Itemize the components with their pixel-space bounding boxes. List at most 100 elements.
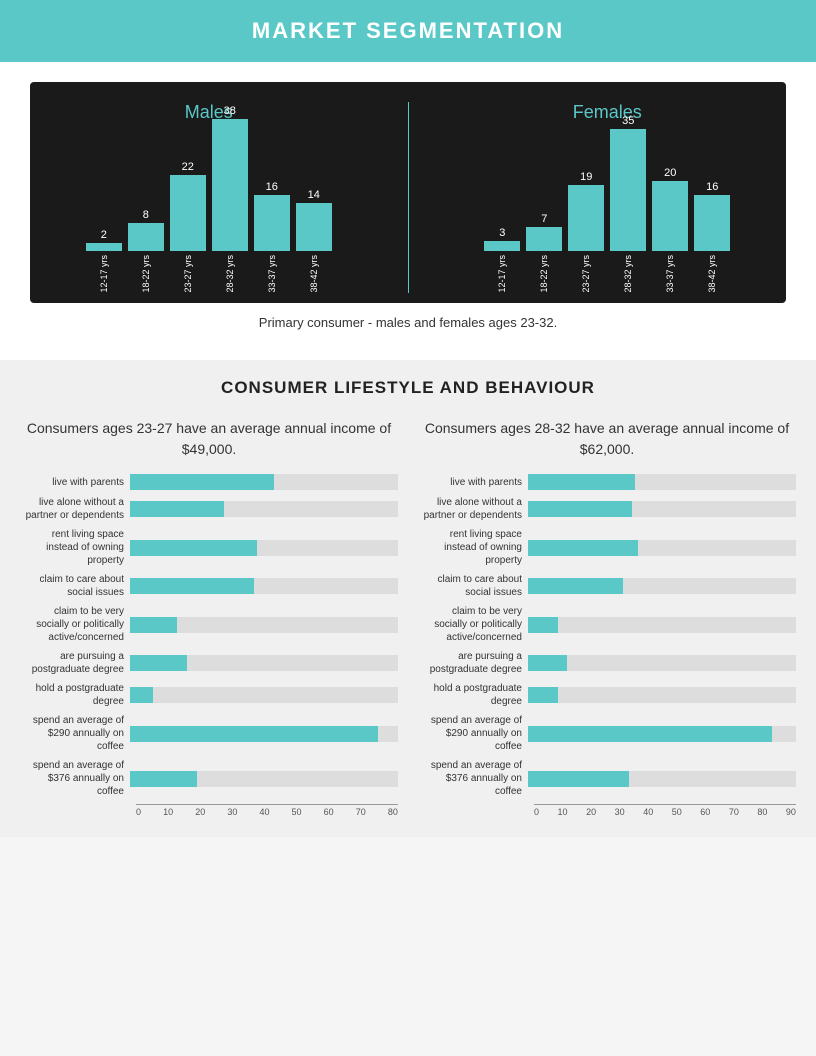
hbar-row: hold a postgraduate degree [418, 682, 796, 708]
hbar-track [528, 617, 796, 633]
hbar-track [528, 726, 796, 742]
hbar-fill [130, 771, 197, 787]
hbar-fill [130, 501, 224, 517]
bar-rect [296, 203, 332, 251]
bar-value: 2 [101, 229, 107, 241]
hbar-track [528, 474, 796, 490]
bar-rect [484, 241, 520, 251]
bar-value: 16 [706, 181, 718, 193]
hbar-label: claim to be very socially or politically… [418, 605, 528, 644]
hbar-label: hold a postgraduate degree [418, 682, 528, 708]
hbar-row: claim to be very socially or politically… [20, 605, 398, 644]
group2-chart: live with parentslive alone without a pa… [418, 474, 796, 817]
axis-container: 0102030405060708090 [534, 804, 796, 817]
bar-rect [254, 195, 290, 251]
hbar-row: claim to care about social issues [20, 573, 398, 599]
bar-item: 8 18-22 yrs [128, 209, 164, 293]
hbar-track [130, 726, 398, 742]
hbar-row: live alone without a partner or dependen… [20, 496, 398, 522]
hbar-row: live with parents [20, 474, 398, 490]
axis-tick: 30 [615, 807, 625, 817]
males-bars: 212-17 yrs818-22 yrs2223-27 yrs3828-32 y… [86, 133, 332, 293]
bar-rect [568, 185, 604, 251]
males-group: Males 212-17 yrs818-22 yrs2223-27 yrs382… [60, 102, 358, 293]
bar-age-label: 23-27 yrs [183, 255, 193, 293]
hbar-row: rent living space instead of owning prop… [20, 528, 398, 567]
group2-col: Consumers ages 28-32 have an average ann… [418, 408, 796, 817]
bar-item: 2033-37 yrs [652, 167, 688, 293]
hbar-label: spend an average of $376 annually on cof… [418, 759, 528, 798]
bar-age-label: 18-22 yrs [141, 255, 151, 293]
hbar-track [130, 771, 398, 787]
axis-tick: 10 [163, 807, 173, 817]
bar-value: 38 [224, 105, 236, 117]
females-group: Females 312-17 yrs718-22 yrs1923-27 yrs3… [459, 102, 757, 293]
hbar-row: claim to be very socially or politically… [418, 605, 796, 644]
axis-tick: 70 [729, 807, 739, 817]
age-bar-chart: Males 212-17 yrs818-22 yrs2223-27 yrs382… [30, 82, 786, 303]
bar-age-label: 28-32 yrs [623, 255, 633, 293]
bar-rect [610, 129, 646, 251]
hbar-track [528, 578, 796, 594]
hbar-track [130, 578, 398, 594]
hbar-label: are pursuing a postgraduate degree [20, 650, 130, 676]
hbar-row: are pursuing a postgraduate degree [418, 650, 796, 676]
hbar-track [130, 540, 398, 556]
hbar-fill [528, 687, 558, 703]
hbar-fill [528, 501, 632, 517]
bar-item: 35 28-32 yrs [610, 115, 646, 293]
hbar-label: live with parents [20, 476, 130, 489]
bar-value: 3 [499, 227, 505, 239]
lifestyle-columns: Consumers ages 23-27 have an average ann… [20, 408, 796, 817]
group1-col: Consumers ages 23-27 have an average ann… [20, 408, 398, 817]
hbar-fill [528, 726, 772, 742]
lifestyle-section: Consumers ages 23-27 have an average ann… [0, 408, 816, 837]
axis-container: 01020304050607080 [136, 804, 398, 817]
bar-item: 2223-27 yrs [170, 161, 206, 293]
hbar-row: claim to care about social issues [418, 573, 796, 599]
bar-item: 3828-32 yrs [212, 105, 248, 293]
hbar-fill [130, 540, 257, 556]
chart-caption: Primary consumer - males and females age… [30, 315, 786, 330]
axis-tick: 0 [136, 807, 141, 817]
bar-item: 718-22 yrs [526, 213, 562, 293]
hbar-fill [528, 771, 629, 787]
bar-value: 14 [308, 189, 320, 201]
hbar-fill [130, 726, 378, 742]
bar-age-label: 23-27 yrs [581, 255, 591, 293]
bar-age-label: 12-17 yrs [99, 255, 109, 293]
hbar-label: hold a postgraduate degree [20, 682, 130, 708]
hbar-track [130, 474, 398, 490]
hbar-label: live with parents [418, 476, 528, 489]
bar-value: 35 [622, 115, 634, 127]
section-title-lifestyle: CONSUMER LIFESTYLE AND BEHAVIOUR [0, 360, 816, 408]
axis-tick: 60 [700, 807, 710, 817]
hbar-fill [528, 655, 567, 671]
bar-value: 8 [143, 209, 149, 221]
bar-age-label: 38-42 yrs [309, 255, 319, 293]
bar-rect [526, 227, 562, 251]
axis-tick: 90 [786, 807, 796, 817]
bar-rect [170, 175, 206, 251]
hbar-fill [130, 687, 153, 703]
hbar-label: are pursuing a postgraduate degree [418, 650, 528, 676]
hbar-track [130, 655, 398, 671]
bar-rect [128, 223, 164, 251]
axis-tick: 20 [195, 807, 205, 817]
hbar-label: claim to be very socially or politically… [20, 605, 130, 644]
axis-tick: 60 [324, 807, 334, 817]
axis-tick: 80 [757, 807, 767, 817]
hbar-row: hold a postgraduate degree [20, 682, 398, 708]
hbar-fill [528, 540, 638, 556]
hbar-fill [528, 474, 635, 490]
axis-tick: 40 [643, 807, 653, 817]
hbar-label: spend an average of $376 annually on cof… [20, 759, 130, 798]
hbar-fill [130, 617, 177, 633]
hbar-row: spend an average of $376 annually on cof… [20, 759, 398, 798]
group2-income: Consumers ages 28-32 have an average ann… [418, 418, 796, 460]
hbar-track [528, 771, 796, 787]
bar-age-label: 33-37 yrs [665, 255, 675, 293]
bar-value: 7 [541, 213, 547, 225]
hbar-row: spend an average of $290 annually on cof… [20, 714, 398, 753]
chart-divider [408, 102, 409, 293]
